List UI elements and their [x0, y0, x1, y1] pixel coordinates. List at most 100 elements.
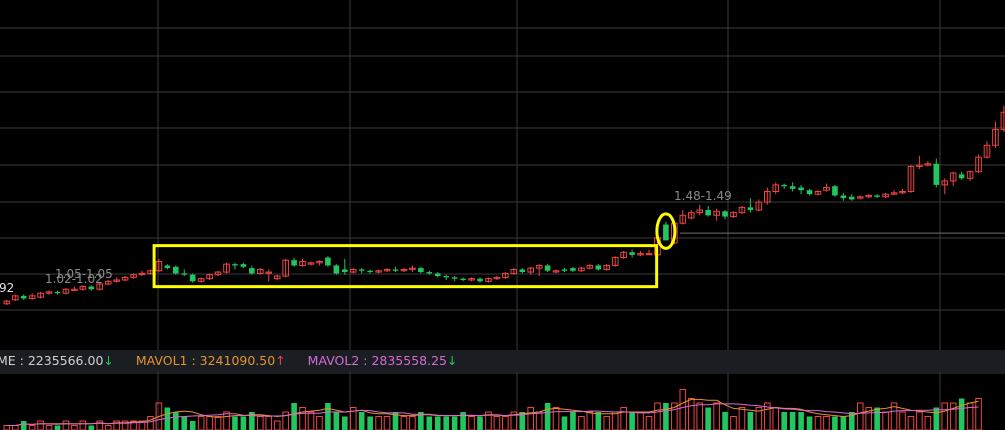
mavol2-label: MAVOL2 : 2835558.25↓: [308, 350, 458, 372]
volume-bar: [899, 411, 906, 430]
volume-bar: [206, 416, 213, 430]
candle-body: [173, 266, 179, 274]
volume-bar: [383, 416, 391, 430]
price-chart: 92 1.05-1.05 1.02-1.02 1.48-1.49: [0, 0, 1005, 350]
volume-bar: [603, 416, 611, 430]
volume-bar: [832, 416, 838, 430]
volume-bar: [147, 416, 154, 430]
volume-bar: [882, 411, 889, 430]
volume-bar: [687, 398, 695, 430]
candle-body: [240, 264, 247, 267]
candle-body: [181, 273, 188, 275]
candle-body: [232, 264, 238, 266]
volume-bar: [595, 412, 602, 430]
volume-bar: [840, 416, 847, 430]
volume-bar: [958, 398, 965, 430]
volume-bar: [645, 416, 653, 430]
candle-body: [189, 274, 196, 282]
volume-bar: [561, 416, 568, 430]
candle-body: [164, 265, 171, 269]
volume-bar: [629, 412, 635, 430]
volume-bar: [443, 416, 449, 430]
candle-body: [333, 265, 340, 274]
volume-bar: [916, 411, 923, 430]
price-line-label: 1.48-1.49: [674, 189, 732, 203]
candle-body: [426, 272, 433, 274]
volume-bar: [409, 416, 416, 430]
volume-bar: [20, 421, 27, 430]
volume-bar: [552, 407, 560, 430]
candle-body: [595, 265, 602, 270]
volume-bar: [705, 407, 711, 430]
volume-bar: [578, 416, 585, 430]
volume-bar: [502, 416, 509, 430]
candle-body: [392, 269, 399, 271]
volume-bar: [586, 411, 594, 430]
candle-body: [358, 269, 365, 271]
volume-bar: [823, 416, 830, 430]
low-label-2: 1.02-1.02: [45, 272, 103, 286]
candle-body: [663, 224, 669, 241]
candle-body: [629, 252, 635, 255]
volume-bar: [696, 402, 704, 430]
candle-body: [933, 163, 940, 185]
volume-bar: [527, 407, 535, 430]
volume-bar: [679, 389, 687, 430]
volume-bar: [713, 402, 720, 430]
volume-bar: [79, 420, 87, 430]
candle-body: [705, 210, 711, 216]
candle-body: [849, 196, 855, 200]
mavol1-arrow-icon: ↑: [275, 353, 286, 368]
volume-bar: [451, 416, 458, 430]
volume-bar: [223, 411, 230, 430]
volume-bar: [663, 403, 669, 430]
volume-legend-bar: ME : 2235566.00↓ MAVOL1 : 3241090.50↑ MA…: [0, 350, 1005, 372]
candle-body: [88, 286, 95, 290]
volume-bar: [299, 407, 306, 430]
volume-bar: [316, 416, 323, 430]
volume-bar: [722, 412, 728, 430]
volume-bar: [654, 402, 661, 430]
volume-bar: [333, 412, 340, 430]
volume-bar: [214, 416, 222, 430]
volume-bar: [11, 425, 19, 430]
volume-bar: [570, 412, 576, 430]
volume-bar: [54, 425, 61, 430]
volume-bar: [189, 421, 196, 430]
candle-body: [840, 195, 847, 199]
candle-body: [798, 187, 804, 191]
mavol1-label: MAVOL1 : 3241090.50↑: [136, 350, 286, 372]
candle-body: [806, 190, 813, 195]
volume-bar: [71, 425, 78, 430]
volume-bar: [493, 416, 501, 430]
volume-bar: [730, 416, 737, 430]
volume-bar: [291, 403, 297, 430]
volume-bar: [426, 416, 433, 430]
volume-arrow-icon: ↓: [103, 353, 114, 368]
candle-body: [434, 273, 441, 277]
volume-bar: [949, 402, 957, 430]
candle-body: [291, 260, 297, 266]
candle-body: [367, 270, 373, 273]
volume-bar: [342, 416, 348, 430]
candle-body: [958, 174, 965, 179]
volume-bar: [544, 403, 551, 430]
candle-body: [722, 211, 728, 217]
volume-bar: [325, 403, 331, 430]
candle-body: [443, 276, 449, 278]
volume-bar: [738, 407, 746, 430]
price-grid: [0, 0, 1005, 350]
mavol2-arrow-icon: ↓: [447, 353, 458, 368]
volume-bar: [62, 420, 70, 430]
candle-body: [570, 268, 576, 271]
volume-bar: [358, 412, 365, 430]
volume-bar: [941, 402, 949, 430]
candle-body: [781, 184, 787, 187]
volume-bar: [45, 425, 53, 430]
volume-bar: [789, 412, 796, 430]
volume-bar: [232, 416, 238, 430]
candle-body: [519, 269, 526, 273]
volume-chart: [0, 372, 1005, 430]
volume-bar: [28, 425, 36, 430]
volume-bar: [620, 407, 627, 430]
